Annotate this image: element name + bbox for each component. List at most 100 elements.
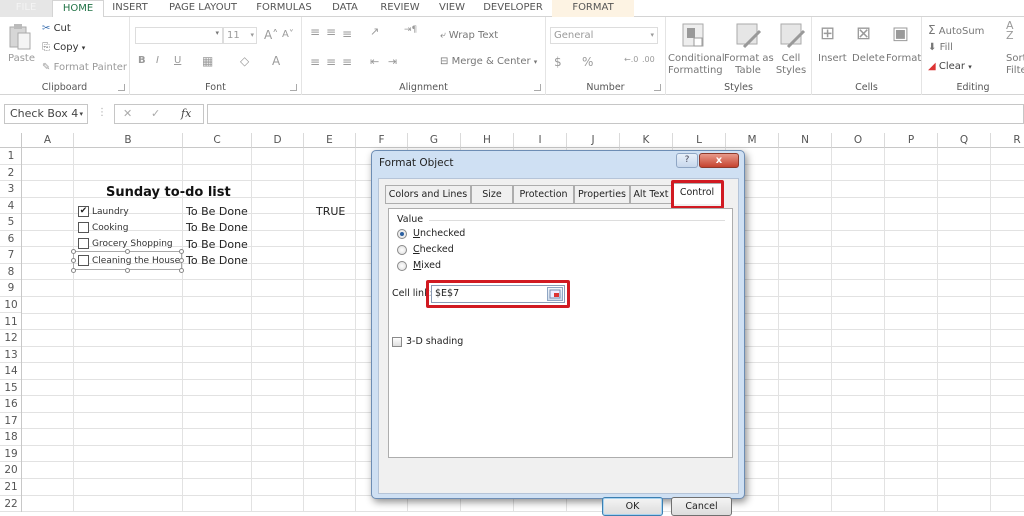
checkbox-laundry[interactable]: ✔ Laundry bbox=[78, 206, 129, 217]
column-header[interactable]: M bbox=[726, 133, 779, 148]
resize-handle[interactable] bbox=[71, 268, 76, 273]
confirm-entry-icon[interactable]: ✓ bbox=[151, 107, 160, 120]
column-header[interactable]: N bbox=[779, 133, 832, 148]
resize-handle[interactable] bbox=[179, 268, 184, 273]
dialog-launcher-icon[interactable] bbox=[290, 84, 297, 91]
tab-view[interactable]: VIEW bbox=[432, 0, 472, 17]
column-header[interactable]: D bbox=[252, 133, 304, 148]
row-header[interactable]: 6 bbox=[0, 231, 22, 248]
tab-developer[interactable]: DEVELOPER bbox=[478, 0, 548, 17]
currency-button[interactable]: $ bbox=[554, 55, 562, 69]
column-header[interactable]: G bbox=[408, 133, 461, 148]
row-header[interactable]: 8 bbox=[0, 264, 22, 281]
cell-e4[interactable]: TRUE bbox=[316, 205, 345, 218]
tab-properties[interactable]: Properties bbox=[574, 185, 630, 204]
row-header[interactable]: 17 bbox=[0, 413, 22, 430]
tab-data[interactable]: DATA bbox=[322, 0, 368, 17]
radio-unchecked[interactable]: Unchecked bbox=[397, 228, 465, 239]
italic-button[interactable]: I bbox=[156, 55, 159, 66]
formula-input[interactable] bbox=[207, 104, 1024, 124]
tab-alt-text[interactable]: Alt Text bbox=[630, 185, 672, 204]
column-header[interactable]: P bbox=[885, 133, 938, 148]
tab-formulas[interactable]: FORMULAS bbox=[250, 0, 318, 17]
fill-color-icon[interactable]: ◇ bbox=[240, 54, 249, 68]
ok-button[interactable]: OK bbox=[602, 497, 663, 516]
column-header[interactable]: J bbox=[567, 133, 620, 148]
column-header[interactable]: K bbox=[620, 133, 673, 148]
column-header[interactable]: B bbox=[74, 133, 183, 148]
column-header[interactable]: F bbox=[356, 133, 408, 148]
resize-handle[interactable] bbox=[71, 258, 76, 263]
resize-handle[interactable] bbox=[125, 249, 130, 254]
row-header[interactable]: 9 bbox=[0, 280, 22, 297]
align-right-icon[interactable]: ≡ bbox=[342, 55, 352, 69]
resize-handle[interactable] bbox=[179, 258, 184, 263]
increase-decimal-icon[interactable]: ←.0 bbox=[624, 55, 638, 64]
decrease-font-icon[interactable]: A˅ bbox=[282, 29, 294, 40]
wrap-text-button[interactable]: ⤶ Wrap Text bbox=[440, 30, 498, 41]
align-top-icon[interactable]: ≡ bbox=[310, 25, 320, 39]
column-header[interactable]: H bbox=[461, 133, 514, 148]
checkbox-grocery-shopping[interactable]: Grocery Shopping bbox=[78, 238, 173, 249]
format-button[interactable]: Format bbox=[886, 53, 921, 64]
row-header[interactable]: 4 bbox=[0, 198, 22, 215]
tab-size[interactable]: Size bbox=[471, 185, 513, 204]
column-header[interactable]: C bbox=[183, 133, 252, 148]
resize-handle[interactable] bbox=[71, 249, 76, 254]
column-header[interactable]: L bbox=[673, 133, 726, 148]
cut-button[interactable]: ✂ Cut bbox=[42, 23, 71, 34]
row-header[interactable]: 19 bbox=[0, 446, 22, 463]
column-header[interactable]: O bbox=[832, 133, 885, 148]
dialog-launcher-icon[interactable] bbox=[118, 84, 125, 91]
format-as-table-button[interactable]: Format as Table bbox=[724, 53, 774, 77]
format-painter-button[interactable]: ✎ Format Painter bbox=[42, 62, 127, 73]
insert-function-icon[interactable]: fx bbox=[181, 107, 191, 120]
orientation-icon[interactable]: ↗ bbox=[370, 25, 379, 38]
tab-review[interactable]: REVIEW bbox=[372, 0, 428, 17]
font-color-button[interactable]: A bbox=[272, 54, 280, 68]
align-middle-icon[interactable]: ≡ bbox=[326, 25, 336, 39]
text-direction-icon[interactable]: ⇥¶ bbox=[404, 25, 417, 35]
row-header[interactable]: 21 bbox=[0, 479, 22, 496]
increase-indent-icon[interactable]: ⇥ bbox=[388, 55, 397, 68]
tab-file[interactable]: FILE bbox=[0, 0, 52, 17]
fill-button[interactable]: ⬇ Fill bbox=[928, 42, 953, 53]
row-header[interactable]: 1 bbox=[0, 148, 22, 165]
column-header[interactable]: I bbox=[514, 133, 567, 148]
column-header[interactable]: Q bbox=[938, 133, 991, 148]
dialog-launcher-icon[interactable] bbox=[534, 84, 541, 91]
row-header[interactable]: 5 bbox=[0, 214, 22, 231]
number-format-select[interactable]: General ▾ bbox=[550, 27, 658, 44]
column-header[interactable]: E bbox=[304, 133, 356, 148]
row-header[interactable]: 7 bbox=[0, 247, 22, 264]
status-cell[interactable]: To Be Done bbox=[186, 221, 248, 234]
copy-button[interactable]: ⎘ Copy ▾ bbox=[42, 42, 85, 53]
row-header[interactable]: 2 bbox=[0, 165, 22, 182]
row-header[interactable]: 22 bbox=[0, 496, 22, 513]
align-bottom-icon[interactable]: ≡ bbox=[342, 27, 352, 41]
underline-button[interactable]: U bbox=[174, 55, 181, 66]
row-header[interactable]: 13 bbox=[0, 347, 22, 364]
delete-button[interactable]: Delete bbox=[852, 53, 885, 64]
autosum-button[interactable]: Σ AutoSum bbox=[928, 23, 984, 37]
checkbox-cooking[interactable]: Cooking bbox=[78, 222, 128, 233]
row-header[interactable]: 20 bbox=[0, 462, 22, 479]
row-header[interactable]: 12 bbox=[0, 330, 22, 347]
row-header[interactable]: 18 bbox=[0, 429, 22, 446]
clear-button[interactable]: ◢ Clear ▾ bbox=[928, 61, 972, 72]
conditional-formatting-button[interactable]: Conditional Formatting bbox=[668, 53, 725, 77]
3d-shading-checkbox[interactable]: 3-D shading bbox=[392, 336, 463, 347]
status-cell[interactable]: To Be Done bbox=[186, 238, 248, 251]
sort-filter-button[interactable]: SortFilte bbox=[1006, 53, 1024, 77]
cell-styles-button[interactable]: Cell Styles bbox=[772, 53, 810, 77]
tab-home[interactable]: HOME bbox=[52, 0, 104, 18]
font-size-select[interactable]: 11 ▾ bbox=[223, 27, 257, 44]
decrease-indent-icon[interactable]: ⇤ bbox=[370, 55, 379, 68]
status-cell[interactable]: To Be Done bbox=[186, 254, 248, 267]
column-header[interactable]: R bbox=[991, 133, 1024, 148]
align-center-icon[interactable]: ≡ bbox=[326, 55, 336, 69]
tab-page-layout[interactable]: PAGE LAYOUT bbox=[160, 0, 246, 17]
align-left-icon[interactable]: ≡ bbox=[310, 55, 320, 69]
row-header[interactable]: 14 bbox=[0, 363, 22, 380]
tab-protection[interactable]: Protection bbox=[513, 185, 574, 204]
